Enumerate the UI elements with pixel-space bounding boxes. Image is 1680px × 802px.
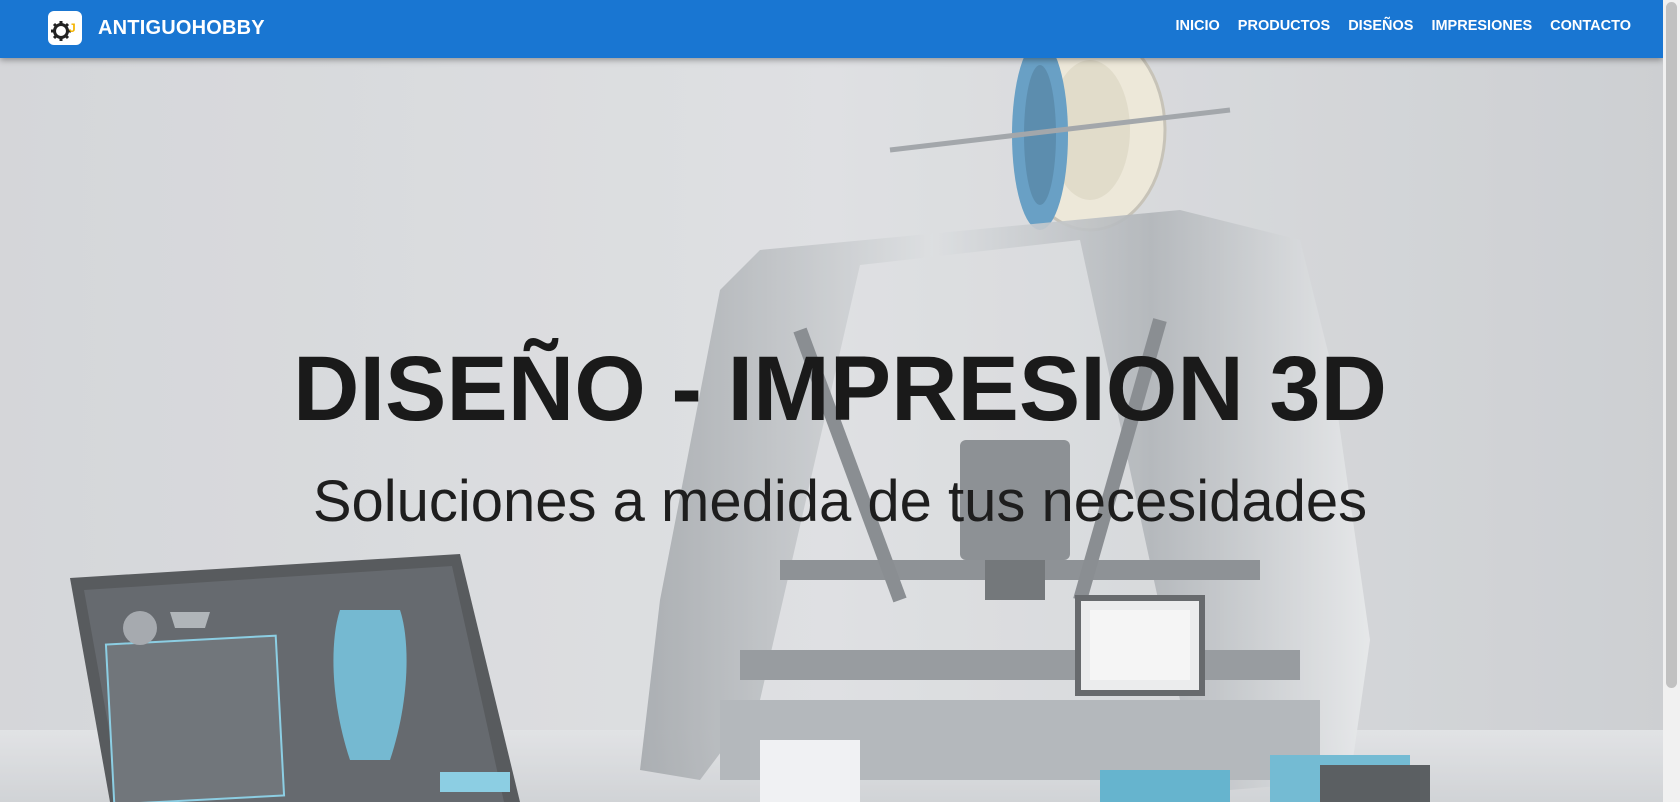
page-scrollbar[interactable] [1663,0,1680,802]
brand[interactable]: J ANTIGUOHOBBY [48,10,265,46]
svg-text:J: J [69,21,76,35]
nav-item-inicio[interactable]: INICIO [1175,18,1219,34]
brand-name: ANTIGUOHOBBY [98,16,265,39]
hero-title: DISEÑO - IMPRESION 3D [293,338,1387,440]
nav-menu: INICIO PRODUCTOS DISEÑOS IMPRESIONES CON… [1157,0,1631,52]
nav-item-disenos[interactable]: DISEÑOS [1348,18,1413,34]
nav-item-contacto[interactable]: CONTACTO [1550,18,1631,34]
hero-section: DISEÑO - IMPRESION 3D Soluciones a medid… [0,0,1663,802]
top-navbar: J ANTIGUOHOBBY INICIO PRODUCTOS DISEÑOS … [0,0,1663,58]
hero-subtitle: Soluciones a medida de tus necesidades [312,469,1368,534]
scrollbar-thumb[interactable] [1666,2,1677,688]
gear-moon-logo-icon: J [48,11,82,45]
nav-item-productos[interactable]: PRODUCTOS [1238,18,1330,34]
nav-item-impresiones[interactable]: IMPRESIONES [1431,18,1532,34]
